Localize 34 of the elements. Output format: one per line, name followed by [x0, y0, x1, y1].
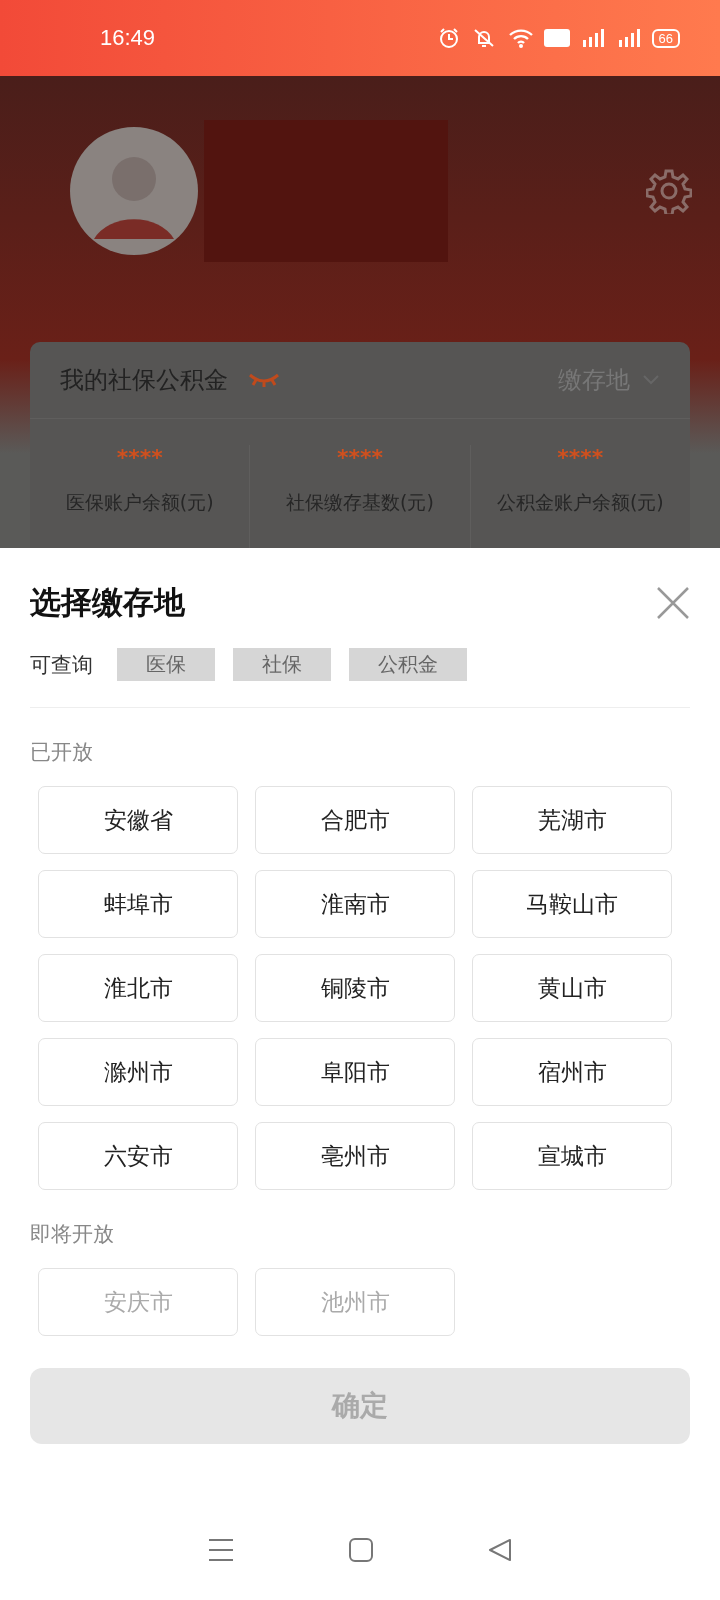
city-option[interactable]: 淮北市 [38, 954, 238, 1022]
sheet-title: 选择缴存地 [30, 583, 185, 622]
section-title: 即将开放 [30, 1221, 115, 1248]
menu-icon[interactable] [207, 1537, 234, 1563]
masked-value: **** [336, 445, 383, 470]
tag: 公积金 [349, 648, 467, 681]
city-option[interactable]: 六安市 [38, 1122, 238, 1190]
city-option[interactable]: 滁州市 [38, 1038, 238, 1106]
battery-level: 66 [658, 30, 673, 46]
city-option[interactable]: 马鞍山市 [472, 870, 672, 938]
clock-time: 16:49 [100, 25, 156, 51]
wifi-icon [507, 28, 534, 48]
city-option[interactable]: 宿州市 [472, 1038, 672, 1106]
tag: 医保 [117, 648, 215, 681]
city-option[interactable]: 芜湖市 [472, 786, 672, 854]
masked-value: **** [557, 445, 604, 470]
home-square-icon[interactable] [349, 1538, 373, 1562]
query-label: 可查询 [30, 651, 93, 679]
city-option[interactable]: 亳州市 [255, 1122, 455, 1190]
city-option[interactable]: 蚌埠市 [38, 870, 238, 938]
back-icon[interactable] [488, 1538, 513, 1562]
alarm-icon [437, 27, 460, 49]
city-option[interactable]: 淮南市 [255, 870, 455, 938]
section-title: 已开放 [30, 739, 94, 766]
tag: 社保 [233, 648, 331, 681]
city-option[interactable]: 宣城市 [472, 1122, 672, 1190]
city-option[interactable]: 安徽省 [38, 786, 238, 854]
close-icon[interactable] [656, 586, 690, 620]
city-option[interactable]: 阜阳市 [255, 1038, 455, 1106]
city-option[interactable]: 铜陵市 [255, 954, 455, 1022]
city-option[interactable]: 合肥市 [255, 786, 455, 854]
settings-icon[interactable] [646, 168, 692, 214]
city-option[interactable]: 黄山市 [472, 954, 672, 1022]
masked-value: **** [116, 445, 163, 470]
